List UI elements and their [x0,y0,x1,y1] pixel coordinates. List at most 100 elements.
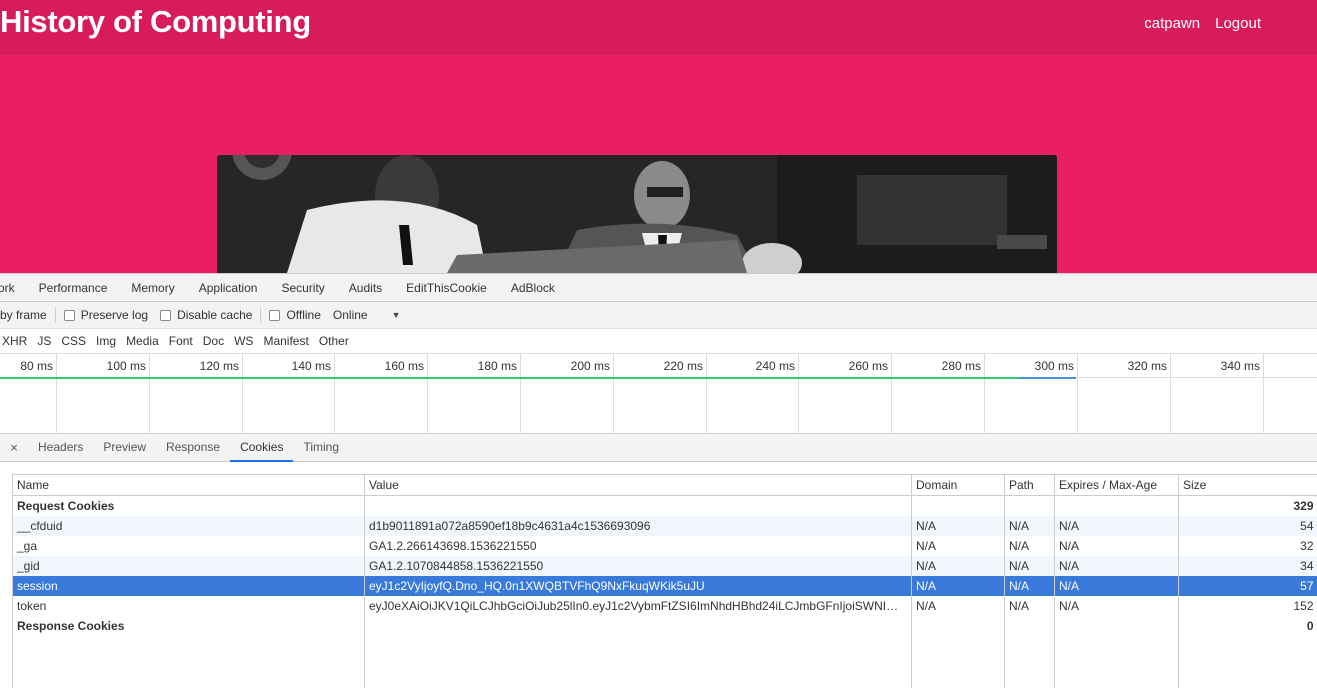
cookie-value: GA1.2.266143698.1536221550 [364,535,912,556]
request-detail-tabs: × Headers Preview Response Cookies Timin… [0,434,1317,462]
filter-font[interactable]: Font [169,334,193,348]
timeline-tick: 200 ms [521,354,614,434]
site-nav: catpawn Logout [1144,15,1261,32]
filter-doc[interactable]: Doc [203,334,224,348]
dom-content-loaded-bar [0,377,1076,379]
cookie-path: N/A [1004,555,1055,576]
tab-network[interactable]: ork [0,274,27,302]
hero-photo [217,155,1057,273]
cookie-path: N/A [1004,595,1055,616]
column-header-value[interactable]: Value [364,474,912,496]
cookie-expires: N/A [1054,595,1179,616]
table-filler-row [12,635,1317,688]
column-header-path[interactable]: Path [1004,474,1055,496]
preserve-log-checkbox[interactable]: Preserve log [63,308,149,322]
column-header-name[interactable]: Name [12,474,365,496]
tab-timing[interactable]: Timing [293,434,349,462]
close-icon[interactable]: × [0,440,28,455]
group-size: 329 [1178,495,1317,516]
network-toolbar: by frame Preserve log Disable cache Offl… [0,302,1317,329]
tab-editthiscookie[interactable]: EditThisCookie [394,274,499,302]
column-header-expires[interactable]: Expires / Max-Age [1054,474,1179,496]
table-row[interactable]: _gid GA1.2.1070844858.1536221550 N/A N/A… [12,555,1317,576]
cookie-path: N/A [1004,535,1055,556]
timeline-tick: 280 ms [892,354,985,434]
timeline-tick: 260 ms [799,354,892,434]
tab-adblock[interactable]: AdBlock [499,274,567,302]
cookie-value: eyJ0eXAiOiJKV1QiLCJhbGciOiJub25lIn0.eyJ1… [364,595,912,616]
filter-media[interactable]: Media [126,334,159,348]
timeline-tick: 140 ms [243,354,335,434]
cookie-domain: N/A [911,555,1005,576]
filter-ws[interactable]: WS [234,334,253,348]
timeline-tick: 80 ms [0,354,57,434]
nav-user-link[interactable]: catpawn [1144,15,1200,32]
network-overview-timeline[interactable]: 80 ms 100 ms 120 ms 140 ms 160 ms 180 ms… [0,354,1317,434]
cookies-table: Name Value Domain Path Expires / Max-Age… [12,474,1317,688]
table-row-selected[interactable]: session eyJ1c2VyIjoyfQ.Dno_HQ.0n1XWQBTVF… [12,575,1317,596]
cookie-path: N/A [1004,515,1055,536]
offline-label: Offline [286,308,321,322]
cookie-name: session [12,575,365,596]
toolbar-divider [260,307,262,323]
checkbox-icon[interactable] [63,309,75,321]
checkbox-icon[interactable] [160,309,172,321]
table-row[interactable]: token eyJ0eXAiOiJKV1QiLCJhbGciOiJub25lIn… [12,595,1317,616]
column-header-size[interactable]: Size [1178,474,1317,496]
cookie-domain: N/A [911,535,1005,556]
throttling-select[interactable]: Online ▼ [333,308,401,322]
tab-performance[interactable]: Performance [27,274,120,302]
tab-security[interactable]: Security [269,274,336,302]
cookie-size: 54 [1178,515,1317,536]
cookie-name: _gid [12,555,365,576]
cookie-expires: N/A [1054,535,1179,556]
tab-audits[interactable]: Audits [337,274,394,302]
devtools-panel: ork Performance Memory Application Secur… [0,273,1317,688]
column-header-domain[interactable]: Domain [911,474,1005,496]
cookie-size: 152 [1178,595,1317,616]
cookie-expires: N/A [1054,575,1179,596]
group-label: Request Cookies [12,495,365,516]
table-header-row: Name Value Domain Path Expires / Max-Age… [12,474,1317,496]
checkbox-icon[interactable] [269,309,281,321]
tab-headers[interactable]: Headers [28,434,93,462]
devtools-tab-bar: ork Performance Memory Application Secur… [0,274,1317,302]
offline-checkbox[interactable]: Offline [269,308,321,322]
tab-preview[interactable]: Preview [93,434,156,462]
disable-cache-label: Disable cache [177,308,253,322]
site-title: History of Computing [0,4,311,39]
timeline-tick: 220 ms [614,354,707,434]
tab-application[interactable]: Application [187,274,270,302]
preserve-log-label: Preserve log [80,308,149,322]
tab-cookies[interactable]: Cookies [230,434,294,462]
request-cookies-group-row[interactable]: Request Cookies 329 [12,495,1317,516]
filter-other[interactable]: Other [319,334,349,348]
table-row[interactable]: _ga GA1.2.266143698.1536221550 N/A N/A N… [12,535,1317,556]
cookie-domain: N/A [911,595,1005,616]
filter-css[interactable]: CSS [61,334,86,348]
throttling-value: Online [332,308,368,322]
cookie-domain: N/A [911,515,1005,536]
cookie-name: __cfduid [12,515,365,536]
resource-type-filter-bar: XHR JS CSS Img Media Font Doc WS Manifes… [0,329,1317,354]
response-cookies-group-row[interactable]: Response Cookies 0 [12,615,1317,636]
hero-banner [0,55,1317,273]
timeline-tick: 160 ms [335,354,428,434]
filter-img[interactable]: Img [96,334,116,348]
table-row[interactable]: __cfduid d1b9011891a072a8590ef18b9c4631a… [12,515,1317,536]
timeline-tick: 100 ms [57,354,150,434]
group-size: 0 [1178,615,1317,636]
filter-js[interactable]: JS [37,334,51,348]
timeline-tick: 180 ms [428,354,521,434]
filter-xhr[interactable]: XHR [2,334,27,348]
tab-response[interactable]: Response [156,434,230,462]
disable-cache-checkbox[interactable]: Disable cache [160,308,252,322]
filter-manifest[interactable]: Manifest [263,334,308,348]
group-by-frame-label[interactable]: by frame [0,308,47,322]
timeline-tick: 320 ms [1078,354,1171,434]
tab-memory[interactable]: Memory [119,274,186,302]
nav-logout-link[interactable]: Logout [1215,15,1261,32]
group-label: Response Cookies [12,615,365,636]
timeline-tick: 340 ms [1171,354,1264,434]
cookie-domain: N/A [911,575,1005,596]
